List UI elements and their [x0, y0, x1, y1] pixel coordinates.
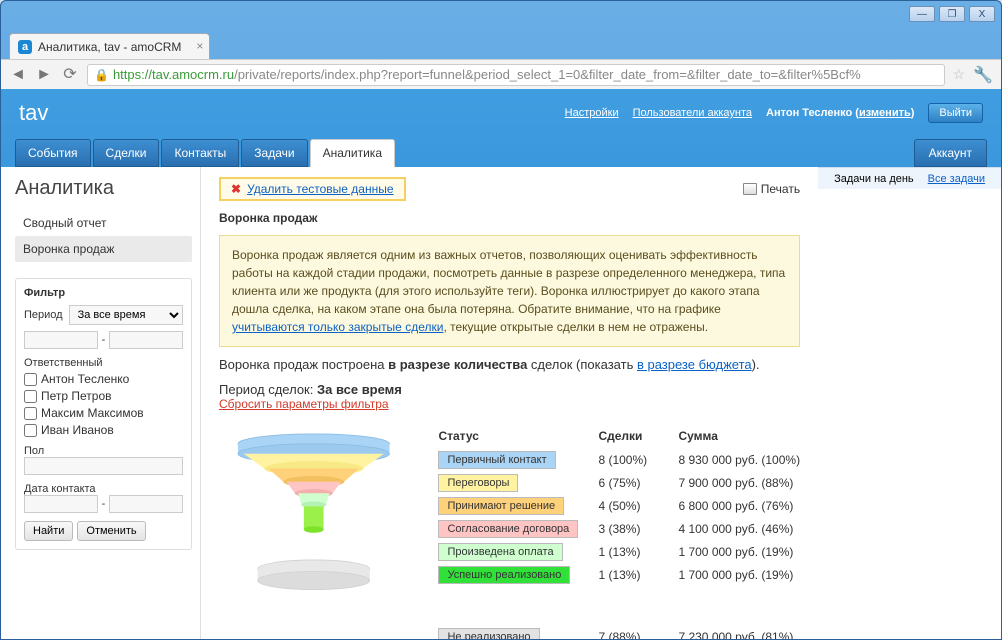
section-title: Воронка продаж [219, 211, 800, 225]
change-user-link[interactable]: изменить [859, 107, 911, 119]
cell-deals: 1 (13%) [598, 545, 678, 559]
table-row: Согласование договора 3 (38%)4 100 000 ру… [438, 518, 800, 540]
status-badge: Первичный контакт [438, 451, 555, 469]
window-min-button[interactable]: — [909, 6, 935, 22]
brand-title: tav [19, 100, 48, 126]
filter-cancel-button[interactable]: Отменить [77, 521, 145, 541]
lock-icon: 🔒 [94, 68, 109, 82]
nav-tab-2[interactable]: Контакты [161, 139, 239, 167]
main-nav: СобытияСделкиКонтактыЗадачиАналитика Акка… [1, 137, 1001, 167]
account-button[interactable]: Аккаунт [914, 139, 987, 167]
status-badge: Переговоры [438, 474, 518, 492]
print-link[interactable]: Печать [743, 182, 800, 196]
responsible-checkbox-2[interactable]: Максим Максимов [24, 406, 183, 420]
printer-icon [743, 183, 757, 195]
filter-title: Фильтр [24, 287, 183, 299]
window-titlebar: — ❐ X [1, 1, 1001, 27]
funnel-mode-line: Воронка продаж построена в разрезе колич… [219, 357, 800, 372]
table-row: Принимают решение 4 (50%)6 800 000 руб. (… [438, 495, 800, 517]
th-deals: Сделки [598, 429, 678, 443]
budget-mode-link[interactable]: в разрезе бюджета [637, 357, 752, 372]
all-tasks-link[interactable]: Все задачи [928, 173, 985, 185]
period-to-input[interactable] [109, 331, 183, 349]
cell-deals: 1 (13%) [598, 568, 678, 582]
delete-test-data-banner: ✖ Удалить тестовые данные [219, 177, 406, 201]
cell-sum-lost: 7 230 000 руб. (81%) [678, 630, 800, 640]
th-status: Статус [438, 429, 598, 443]
tasks-day-label: Задачи на день [834, 173, 914, 185]
cell-deals: 6 (75%) [598, 476, 678, 490]
cell-deals-lost: 7 (88%) [598, 630, 678, 640]
back-icon[interactable]: ◄ [9, 66, 27, 84]
tab-title: Аналитика, tav - amoCRM [38, 40, 181, 54]
gender-label: Пол [24, 445, 183, 457]
reset-filter-link[interactable]: Сбросить параметры фильтра [219, 397, 389, 411]
filter-panel: Фильтр Период За все время - Ответственн… [15, 278, 192, 550]
contact-date-label: Дата контакта [24, 483, 183, 495]
funnel-chart [219, 429, 408, 640]
responsible-checkbox-1[interactable]: Петр Петров [24, 389, 183, 403]
address-bar: ◄ ► ⟳ 🔒 https://tav.amocrm.ru/private/re… [1, 59, 1001, 89]
sidebar-item-1[interactable]: Воронка продаж [15, 236, 192, 262]
table-row: Успешно реализовано 1 (13%)1 700 000 руб.… [438, 564, 800, 586]
forward-icon[interactable]: ► [35, 66, 53, 84]
settings-link[interactable]: Настройки [565, 107, 619, 119]
browser-tab[interactable]: a Аналитика, tav - amoCRM × [9, 33, 210, 59]
th-sum: Сумма [678, 429, 800, 443]
cell-deals: 4 (50%) [598, 499, 678, 513]
cell-sum: 7 900 000 руб. (88%) [678, 476, 800, 490]
status-badge: Произведена оплата [438, 543, 562, 561]
nav-tab-0[interactable]: События [15, 139, 91, 167]
cell-sum: 1 700 000 руб. (19%) [678, 568, 800, 582]
account-users-link[interactable]: Пользователи аккаунта [633, 107, 752, 119]
gender-input[interactable] [24, 457, 183, 475]
favicon-icon: a [18, 40, 32, 54]
table-row: Первичный контакт 8 (100%)8 930 000 руб. … [438, 449, 800, 471]
nav-tab-4[interactable]: Аналитика [310, 139, 395, 167]
delete-icon: ✖ [231, 182, 241, 196]
funnel-period-line: Период сделок: За все время [219, 382, 800, 397]
status-badge: Согласование договора [438, 520, 578, 538]
status-badge: Принимают решение [438, 497, 564, 515]
settings-wrench-icon[interactable]: 🔧 [973, 65, 993, 85]
nav-tab-3[interactable]: Задачи [241, 139, 307, 167]
filter-find-button[interactable]: Найти [24, 521, 73, 541]
cell-sum: 8 930 000 руб. (100%) [678, 453, 800, 467]
table-row: Произведена оплата 1 (13%)1 700 000 руб. … [438, 541, 800, 563]
cell-sum: 4 100 000 руб. (46%) [678, 522, 800, 536]
responsible-label: Ответственный [24, 357, 183, 369]
reload-icon[interactable]: ⟳ [61, 66, 79, 84]
current-user: Антон Тесленко (изменить) [766, 107, 914, 119]
url-field[interactable]: 🔒 https://tav.amocrm.ru/private/reports/… [87, 64, 945, 86]
tab-close-icon[interactable]: × [196, 39, 203, 53]
delete-test-data-link[interactable]: Удалить тестовые данные [247, 182, 393, 196]
page-title: Аналитика [15, 177, 192, 200]
info-box: Воронка продаж является одним из важных … [219, 235, 800, 347]
window-max-button[interactable]: ❐ [939, 6, 965, 22]
info-closed-deals-link[interactable]: учитываются только закрытые сделки [232, 320, 443, 334]
status-badge: Успешно реализовано [438, 566, 570, 584]
responsible-checkbox-0[interactable]: Антон Тесленко [24, 372, 183, 386]
contact-to-input[interactable] [109, 495, 183, 513]
sidebar-item-0[interactable]: Сводный отчет [15, 210, 192, 236]
table-row: Переговоры 6 (75%)7 900 000 руб. (88%) [438, 472, 800, 494]
contact-from-input[interactable] [24, 495, 98, 513]
table-row-lost: Не реализовано 7 (88%) 7 230 000 руб. (8… [438, 626, 800, 640]
status-badge-lost: Не реализовано [438, 628, 539, 640]
cell-sum: 1 700 000 руб. (19%) [678, 545, 800, 559]
status-bar: Задачи на день Все задачи [818, 167, 1001, 189]
logout-button[interactable]: Выйти [928, 103, 983, 123]
period-from-input[interactable] [24, 331, 98, 349]
cell-deals: 3 (38%) [598, 522, 678, 536]
responsible-checkbox-3[interactable]: Иван Иванов [24, 423, 183, 437]
bookmark-star-icon[interactable]: ☆ [953, 66, 966, 83]
cell-deals: 8 (100%) [598, 453, 678, 467]
period-label: Период [24, 309, 63, 321]
window-close-button[interactable]: X [969, 6, 995, 22]
period-select[interactable]: За все время [69, 305, 183, 325]
cell-sum: 6 800 000 руб. (76%) [678, 499, 800, 513]
nav-tab-1[interactable]: Сделки [93, 139, 160, 167]
